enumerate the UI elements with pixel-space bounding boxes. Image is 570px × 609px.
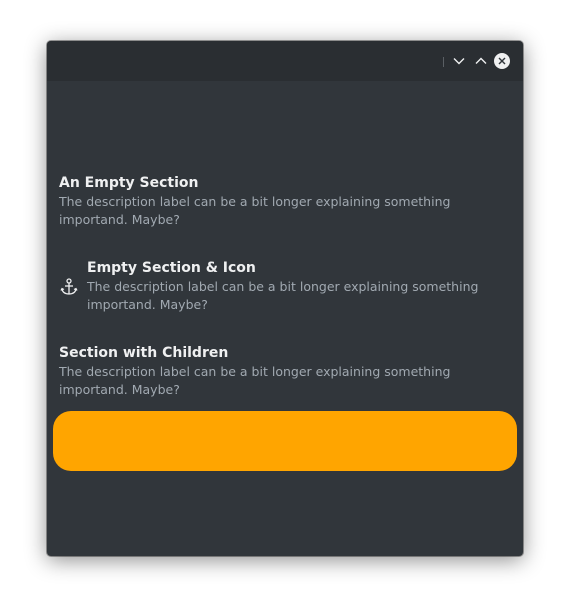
- section-title: An Empty Section: [59, 175, 199, 191]
- chevron-down-icon: [453, 58, 465, 65]
- titlebar-separator: [443, 57, 444, 67]
- app-window: An Empty Section The description label c…: [47, 41, 523, 556]
- section-title: Section with Children: [59, 345, 229, 361]
- section-description: The description label can be a bit longe…: [59, 364, 451, 397]
- close-button[interactable]: [494, 53, 510, 69]
- section-with-children: Section with Children The description la…: [59, 344, 499, 399]
- section-empty-with-icon: Empty Section & Icon The description lab…: [87, 259, 507, 314]
- maximize-button[interactable]: [472, 52, 490, 70]
- minimize-button[interactable]: [450, 52, 468, 70]
- section-empty: An Empty Section The description label c…: [59, 174, 499, 229]
- titlebar: [47, 41, 523, 81]
- section-description: The description label can be a bit longe…: [59, 194, 451, 227]
- section-description: The description label can be a bit longe…: [87, 279, 479, 312]
- anchor-icon: [60, 278, 78, 295]
- section-child-item: [53, 411, 517, 471]
- chevron-up-icon: [475, 57, 487, 64]
- close-icon: [498, 57, 506, 65]
- section-title: Empty Section & Icon: [87, 260, 256, 276]
